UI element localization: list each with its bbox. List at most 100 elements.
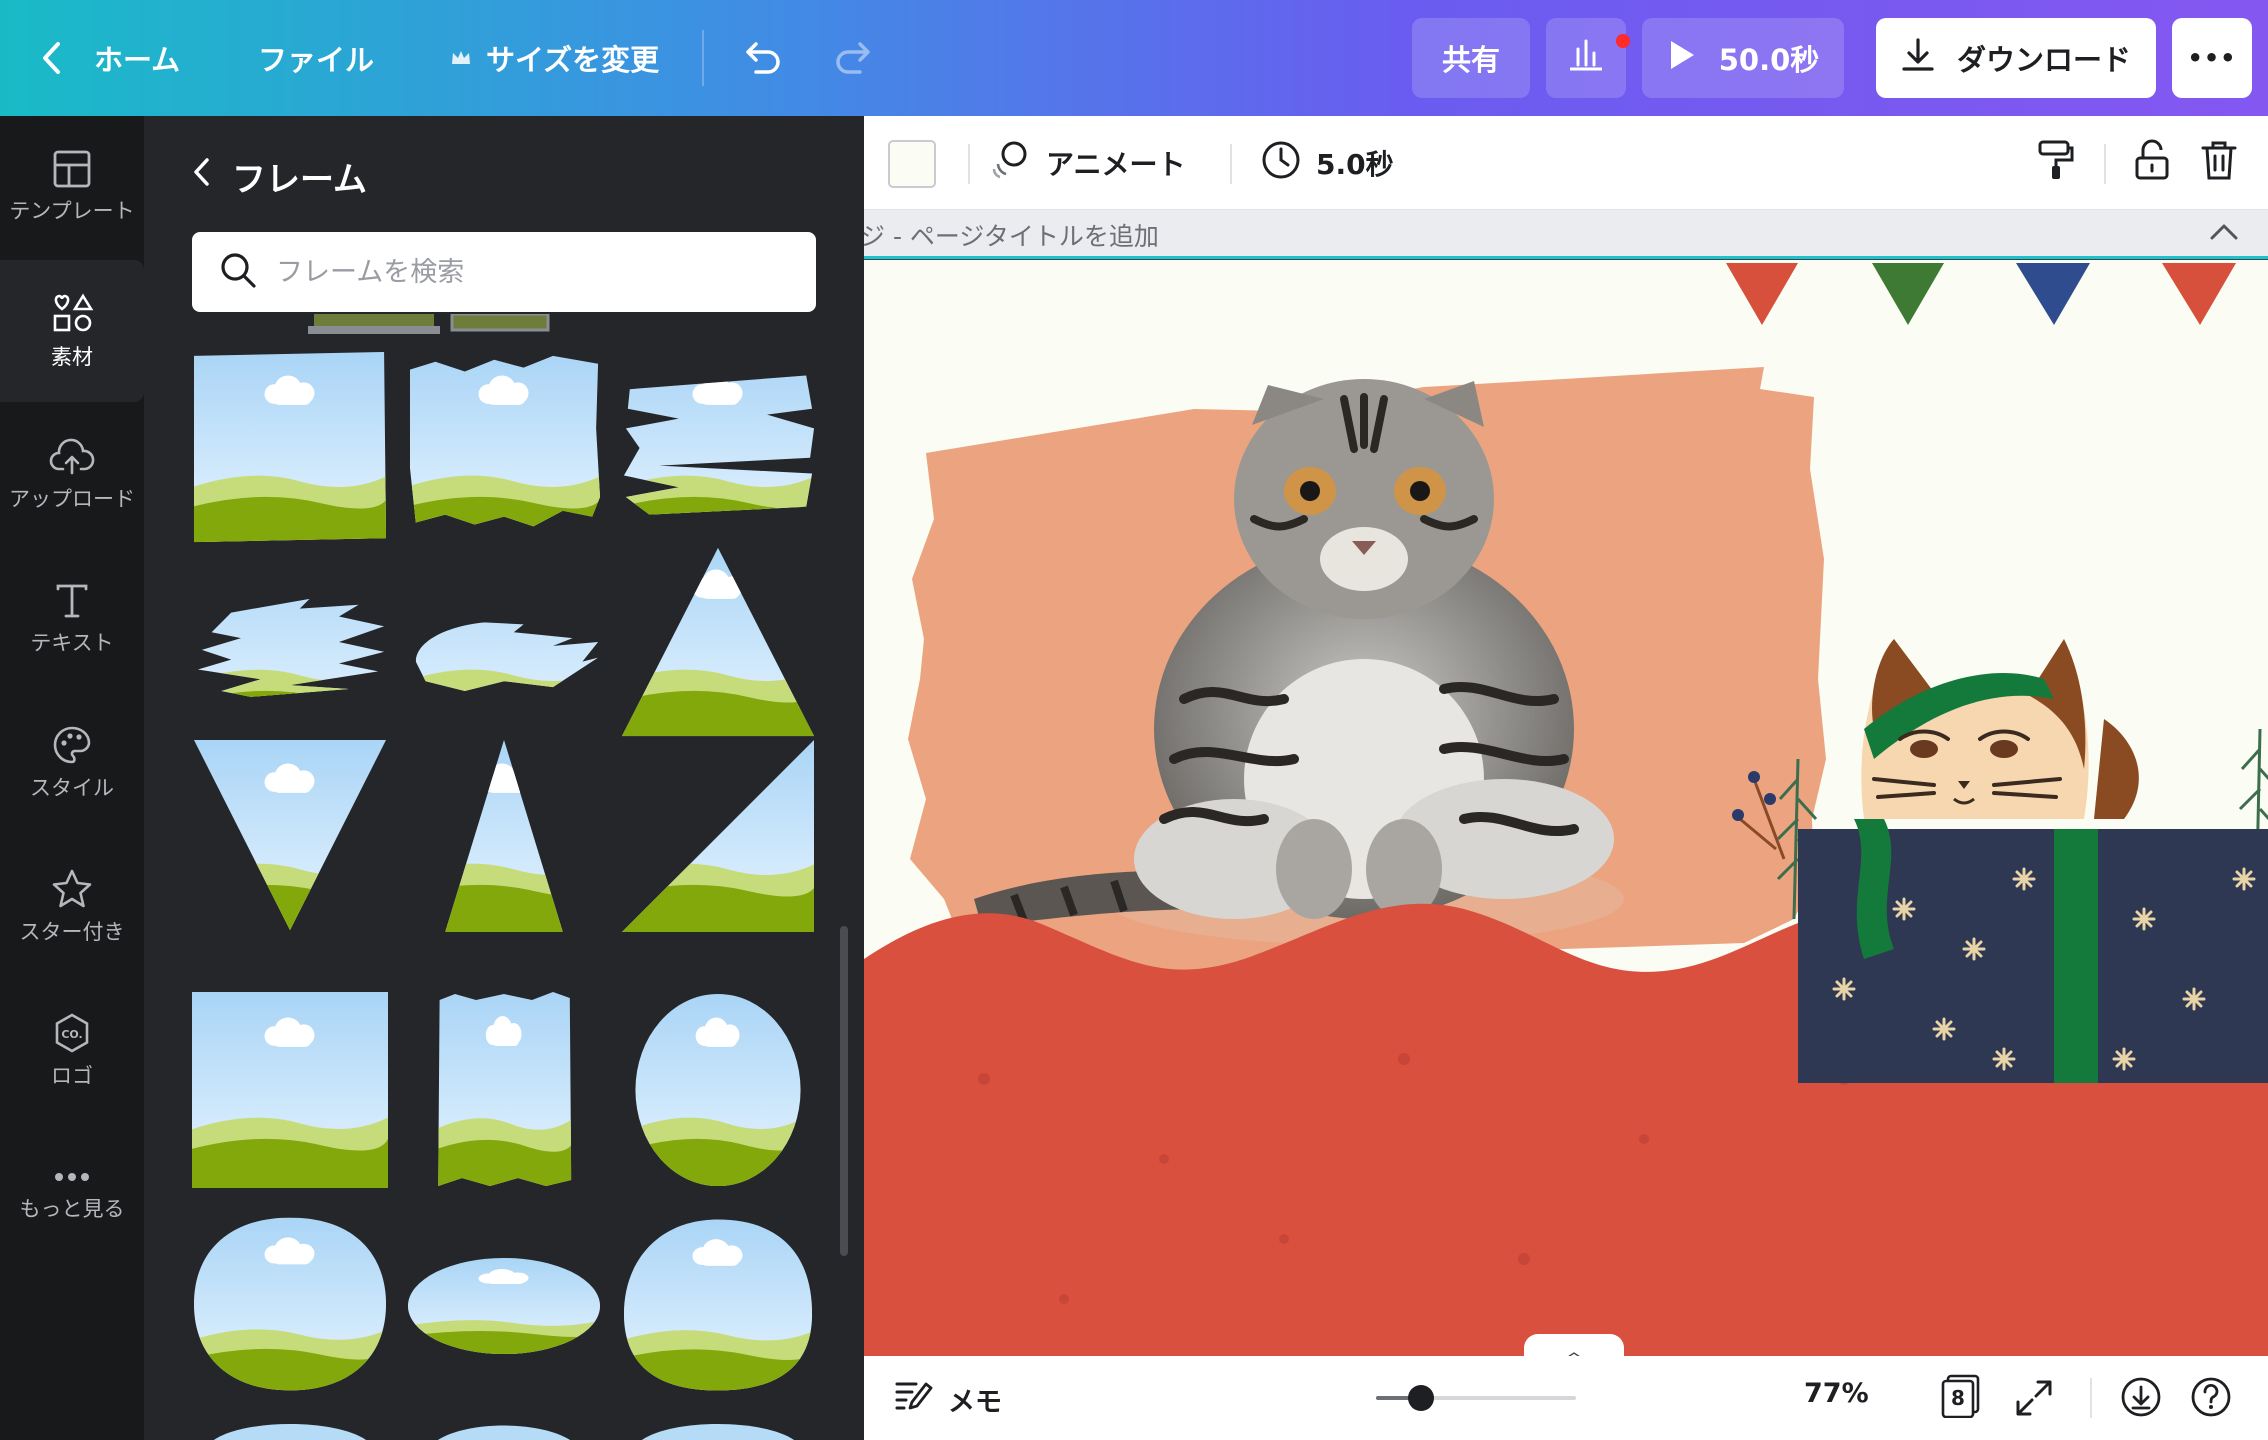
divider [2104, 144, 2106, 184]
divider [1230, 144, 1232, 184]
text-icon [52, 581, 92, 621]
duration-label: 5.0秒 [1316, 148, 1394, 181]
frame-item[interactable] [620, 1216, 816, 1394]
brush-frame-cat-photo[interactable] [908, 367, 1826, 979]
star-icon [50, 868, 94, 910]
frame-item-partial[interactable] [444, 314, 564, 336]
sidebar-item-starred[interactable]: スター付き [0, 836, 144, 978]
frame-item[interactable] [620, 738, 816, 934]
frame-item-partial[interactable] [294, 314, 454, 336]
notes-button[interactable]: メモ [894, 1378, 1002, 1421]
sidebar-label: アップロード [9, 487, 135, 511]
animate-button[interactable]: アニメート [988, 116, 1185, 210]
delete-button[interactable] [2200, 116, 2238, 210]
sidebar-label: テンプレート [9, 199, 135, 223]
download-icon [1901, 37, 1935, 80]
trash-icon [2200, 138, 2238, 189]
frame-item[interactable] [406, 738, 602, 934]
help-icon [2190, 1376, 2232, 1425]
pages-icon: 8 [1940, 1374, 1982, 1419]
elements-panel: フレーム [144, 116, 864, 1440]
chevron-left-icon [40, 40, 64, 76]
frame-item[interactable] [632, 992, 804, 1188]
editor-area: アニメート 5.0秒 ジ - ページタイトルを追加 ︿ メモ 77% 8 [864, 116, 2268, 1440]
frame-item[interactable] [406, 1256, 602, 1356]
zoom-level-button[interactable]: 77% [1804, 1378, 1869, 1409]
sidebar-item-logos[interactable]: CO. ロゴ [0, 980, 144, 1122]
back-button[interactable] [192, 156, 212, 197]
notes-icon [894, 1378, 934, 1421]
help-button[interactable] [2190, 1376, 2232, 1425]
frame-item[interactable] [406, 544, 602, 740]
duration-button[interactable]: 5.0秒 [1260, 116, 1394, 210]
page-title-bar: ジ - ページタイトルを追加 [864, 210, 2268, 260]
chevron-up-icon[interactable] [2208, 218, 2240, 252]
zoom-slider-thumb[interactable] [1408, 1385, 1434, 1411]
frame-item[interactable] [192, 1214, 388, 1394]
insights-button[interactable] [1546, 18, 1630, 98]
frame-item[interactable] [192, 350, 388, 546]
svg-text:CO.: CO. [61, 1028, 82, 1041]
page-count-button[interactable]: 8 [1940, 1374, 1982, 1419]
sidebar-item-elements[interactable]: 素材 [0, 260, 144, 402]
sidebar-label: 素材 [51, 345, 93, 369]
fullscreen-button[interactable] [2014, 1378, 2054, 1425]
unlock-icon [2132, 138, 2172, 189]
sidebar-item-styles[interactable]: スタイル [0, 692, 144, 834]
redo-button[interactable] [832, 0, 876, 116]
frame-item-partial[interactable] [620, 1412, 816, 1440]
background-color-swatch[interactable] [888, 140, 936, 188]
canva-editor: ホーム ファイル サイズを変更 共有 50.0秒 ダウンロード ••• テンプレ… [0, 0, 2268, 1440]
frame-item[interactable] [434, 990, 574, 1190]
page-title-input[interactable]: ジ - ページタイトルを追加 [864, 217, 1159, 253]
frame-item[interactable] [192, 992, 388, 1188]
play-button[interactable]: 50.0秒 [1642, 18, 1844, 98]
home-button[interactable]: ホーム [40, 0, 180, 116]
lock-button[interactable] [2132, 116, 2172, 210]
file-menu-button[interactable]: ファイル [258, 0, 374, 116]
shapes-icon [50, 291, 94, 335]
undo-button[interactable] [740, 0, 784, 116]
frame-item[interactable] [406, 350, 602, 546]
frame-item[interactable] [620, 544, 816, 740]
panel-title: フレーム [232, 159, 367, 200]
panel-scrollbar[interactable] [840, 926, 848, 1256]
expand-icon [2014, 1378, 2054, 1425]
undo-icon [740, 40, 784, 76]
sidebar-item-uploads[interactable]: アップロード [0, 404, 144, 546]
play-duration-label: 50.0秒 [1718, 43, 1820, 77]
download-label: ダウンロード [1956, 43, 2131, 77]
resize-button[interactable]: サイズを変更 [450, 0, 659, 116]
frame-item[interactable] [620, 350, 816, 546]
clock-icon [1260, 139, 1302, 188]
sidebar-label: テキスト [30, 631, 114, 655]
sidebar-label: ロゴ [51, 1064, 93, 1088]
frame-item[interactable] [192, 738, 388, 934]
sidebar-label: スター付き [19, 920, 125, 944]
sidebar-item-more[interactable]: もっと見る [0, 1124, 144, 1266]
copy-style-button[interactable] [2036, 116, 2076, 210]
download-page-button[interactable] [2120, 1376, 2162, 1425]
frame-search-field[interactable] [192, 232, 816, 312]
sidebar-label: スタイル [30, 776, 114, 800]
divider [968, 144, 970, 184]
sidebar-item-text[interactable]: テキスト [0, 548, 144, 690]
sidebar-item-templates[interactable]: テンプレート [0, 116, 144, 258]
zoom-label: 77% [1804, 1378, 1869, 1409]
panel-header: フレーム [192, 146, 367, 206]
frame-item[interactable] [192, 544, 388, 740]
notification-dot [1616, 34, 1630, 48]
cloud-upload-icon [49, 437, 95, 477]
frame-item-partial[interactable] [192, 1412, 388, 1440]
search-icon [218, 250, 258, 294]
design-canvas[interactable] [864, 256, 2268, 1356]
layout-icon [52, 149, 92, 189]
logo-icon: CO. [51, 1012, 93, 1054]
divider [702, 30, 704, 86]
download-button[interactable]: ダウンロード [1876, 18, 2156, 98]
bar-chart-icon [1566, 37, 1606, 80]
share-button[interactable]: 共有 [1412, 18, 1530, 98]
search-input[interactable] [276, 256, 796, 288]
frame-item-partial[interactable] [406, 1412, 602, 1440]
more-options-button[interactable]: ••• [2172, 18, 2252, 98]
